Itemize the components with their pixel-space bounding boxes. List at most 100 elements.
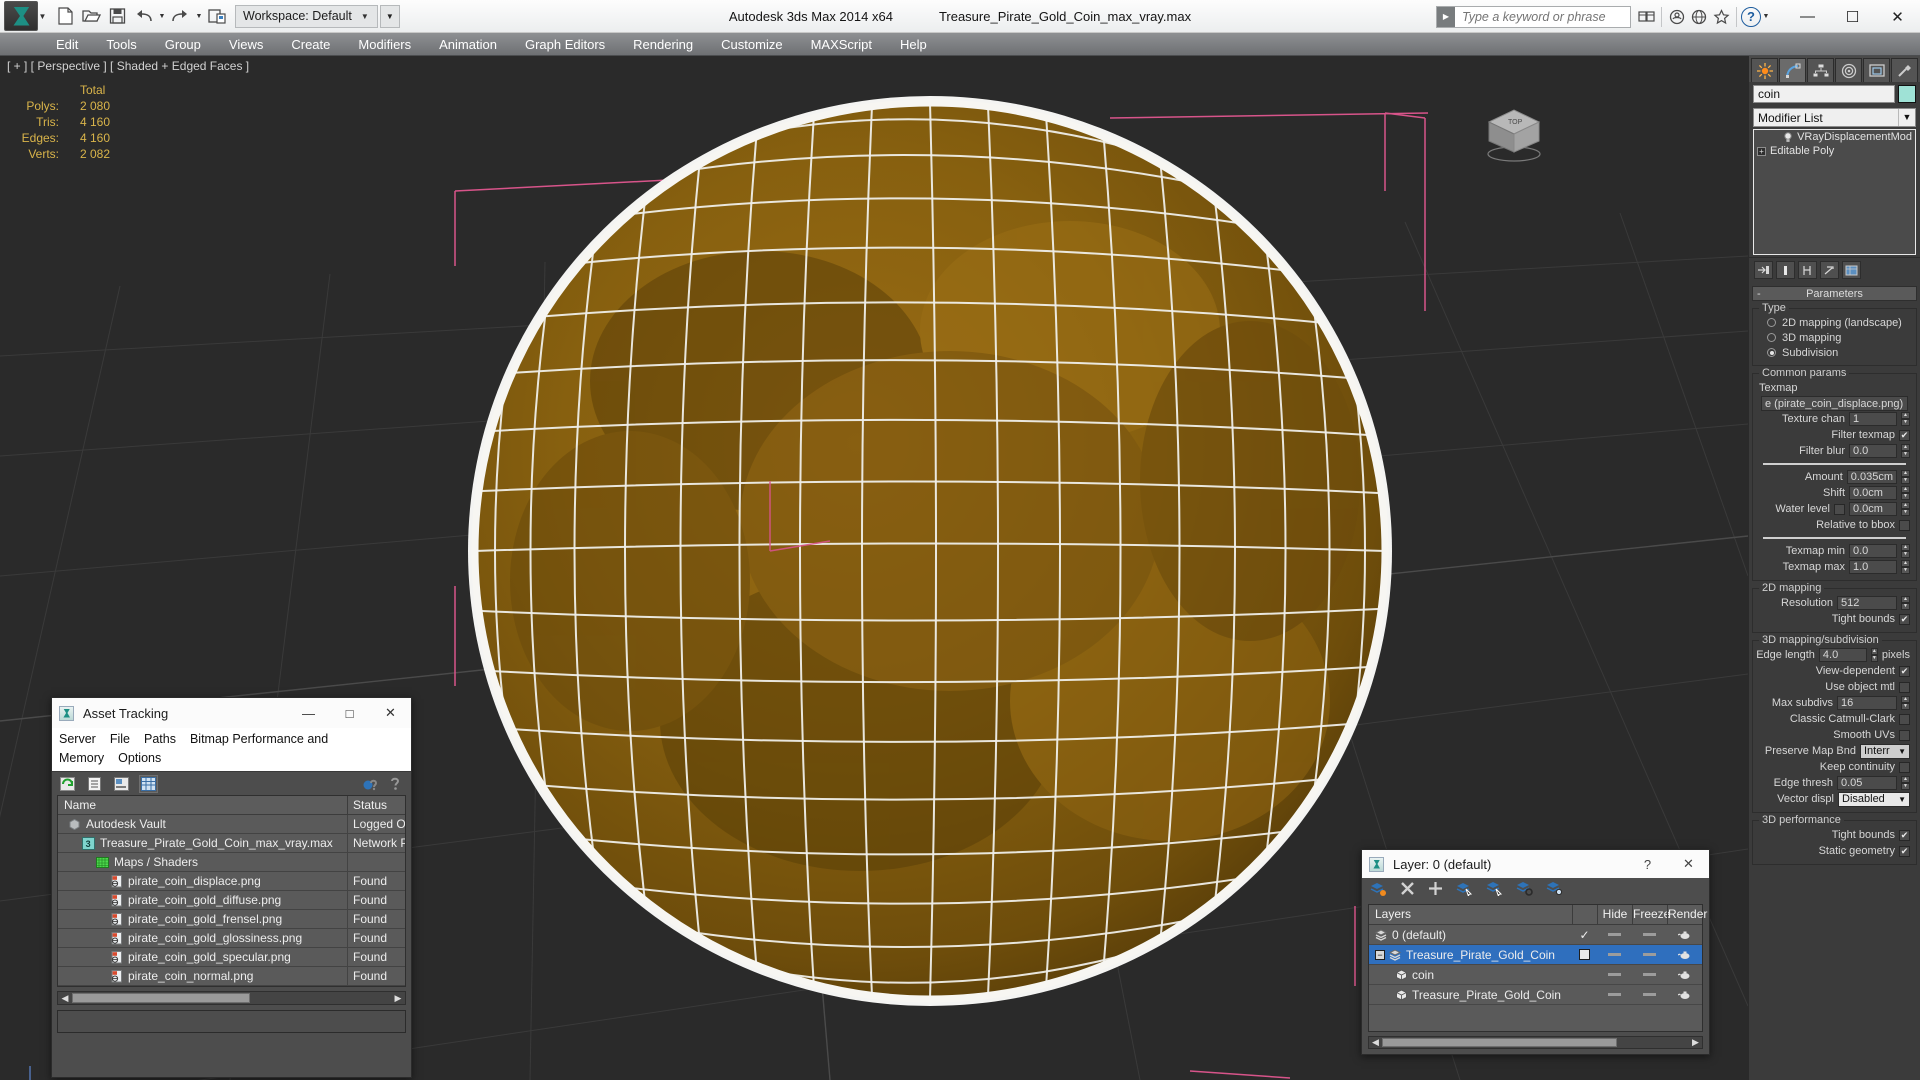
freeze-toggle[interactable] [1632,925,1667,944]
help-caret-icon[interactable]: ▼ [1761,13,1771,20]
spinner-amount[interactable]: ▲ ▼ [1901,470,1910,484]
refresh-icon[interactable] [58,775,77,793]
scroll-right-icon[interactable]: ▶ [391,993,405,1004]
modifier-stack-item-editablepoly[interactable]: + Editable Poly [1754,144,1915,158]
column-header-render[interactable]: Render [1667,905,1707,924]
input-filter-blur[interactable]: 0.0 [1849,444,1897,458]
collapse-icon[interactable]: - [1757,288,1761,300]
render-toggle[interactable] [1667,925,1702,944]
asset-row[interactable]: pirate_coin_gold_specular.png Found [58,948,405,967]
scroll-left-icon[interactable]: ◀ [1369,1037,1382,1048]
at-menu-item-file[interactable]: File [110,732,130,746]
menu-item-edit[interactable]: Edit [42,33,92,56]
input-texture-chan[interactable]: 1 [1849,412,1897,426]
input-resolution[interactable]: 512 [1837,596,1897,610]
scroll-right-icon[interactable]: ▶ [1689,1037,1702,1048]
asset-tracking-minimize[interactable]: — [288,698,329,728]
menu-item-views[interactable]: Views [215,33,277,56]
asset-row[interactable]: pirate_coin_gold_frensel.png Found [58,910,405,929]
menu-item-tools[interactable]: Tools [92,33,150,56]
new-file-icon[interactable] [53,4,78,29]
redo-icon[interactable] [168,4,193,29]
chevron-down-icon[interactable]: ▼ [1898,747,1906,756]
spinner-shift[interactable]: ▲ ▼ [1901,486,1910,500]
asset-row[interactable]: pirate_coin_gold_diffuse.png Found [58,891,405,910]
workspace-caret-icon[interactable]: ▼ [361,12,369,21]
light-bulb-icon[interactable] [1783,131,1793,143]
checkbox-view-dependent[interactable]: ✔ [1899,665,1910,677]
globe-icon[interactable] [1688,6,1710,28]
highlight-selected-objects-icon[interactable] [1516,881,1533,901]
spinner-water-level[interactable]: ▲ ▼ [1901,502,1910,516]
current-layer-indicator[interactable]: ✓ [1572,925,1597,944]
search-box[interactable]: ▶ [1436,5,1631,28]
menu-item-group[interactable]: Group [151,33,215,56]
layer-dialog-help[interactable]: ? [1627,850,1668,878]
menu-item-animation[interactable]: Animation [425,33,511,56]
spinner-resolution[interactable]: ▲ ▼ [1901,596,1910,610]
checkbox-tight-bounds-perf[interactable]: ✔ [1899,829,1910,841]
column-header-freeze[interactable]: Freeze [1632,905,1670,924]
asset-row[interactable]: pirate_coin_normal.png Found [58,967,405,986]
spinner-edge-thresh[interactable]: ▲ ▼ [1901,776,1910,790]
checkbox-static-geometry[interactable]: ✔ [1899,845,1910,857]
chevron-down-icon[interactable]: ▼ [1898,795,1906,804]
tab-hierarchy[interactable] [1807,58,1834,82]
layer-row[interactable]: 0 (default) ✓ [1369,925,1702,945]
viewcube-icon[interactable]: TOP [1475,94,1553,164]
menu-item-customize[interactable]: Customize [707,33,796,56]
help-icon[interactable] [386,775,405,793]
menu-item-modifiers[interactable]: Modifiers [344,33,425,56]
layer-dialog[interactable]: Layer: 0 (default) ? ✕ Layers Hide Freez… [1361,849,1710,1055]
texmap-button[interactable]: e (pirate_coin_displace.png) [1761,396,1908,411]
tab-create[interactable] [1751,58,1778,82]
menu-item-maxscript[interactable]: MAXScript [797,33,886,56]
plus-icon[interactable]: + [1757,146,1766,156]
redo-dropdown-icon[interactable]: ▼ [194,13,204,20]
asset-tracking-maximize[interactable]: □ [329,698,370,728]
modifier-list-dropdown[interactable]: Modifier List ▼ [1753,108,1916,127]
spinner-max-subdivs[interactable]: ▲ ▼ [1901,696,1910,710]
maximize-button[interactable]: ☐ [1830,1,1875,33]
spinner-texmap-max[interactable]: ▲ ▼ [1901,560,1910,574]
checkbox-smooth-uvs[interactable] [1899,729,1910,741]
open-file-icon[interactable] [79,4,104,29]
parameters-rollout-header[interactable]: - Parameters [1752,286,1917,301]
scroll-thumb[interactable] [72,993,250,1003]
at-menu-item-options[interactable]: Options [118,751,161,765]
render-toggle[interactable] [1667,945,1702,964]
list-view-icon[interactable] [85,775,104,793]
coin-mesh-object[interactable] [430,81,1430,1031]
asset-tracking-close[interactable]: ✕ [370,698,411,728]
freeze-toggle[interactable] [1632,965,1667,984]
select-objects-in-layer-icon[interactable] [1456,881,1473,901]
at-menu-item-server[interactable]: Server [59,732,96,746]
parameters-rollout[interactable]: - Parameters [1752,286,1917,301]
radio-icon[interactable] [1767,333,1776,342]
expand-collapse-icon[interactable]: − [1375,949,1385,960]
asset-tracking-status-field[interactable] [57,1010,406,1033]
hide-toggle[interactable] [1597,945,1632,964]
modifier-stack-item-vraydisplacement[interactable]: VRayDisplacementMod [1754,130,1915,144]
tab-display[interactable] [1863,58,1890,82]
checkbox-filter-texmap[interactable]: ✔ [1899,429,1910,441]
remove-modifier-icon[interactable] [1820,261,1839,279]
object-name-input[interactable]: coin [1753,85,1895,103]
asset-row[interactable]: pirate_coin_gold_glossiness.png Found [58,929,405,948]
select-highlighted-layer-icon[interactable] [1486,881,1503,901]
workspace-menu-button[interactable]: ▼ [379,4,400,28]
object-color-swatch[interactable] [1898,85,1916,103]
layer-hscrollbar[interactable]: ◀ ▶ [1368,1036,1703,1049]
spinner-texture-chan[interactable]: ▲ ▼ [1901,412,1910,426]
freeze-toggle[interactable] [1632,945,1667,964]
column-header-name[interactable]: Name [58,796,347,814]
layer-row[interactable]: − Treasure_Pirate_Gold_Coin [1369,945,1702,965]
layer-grid[interactable]: Layers Hide Freeze Render 0 (default) ✓ − T… [1368,904,1707,1032]
input-texmap-min[interactable]: 0.0 [1849,544,1897,558]
select-preserve-map-bnd[interactable]: Interr ▼ [1860,743,1910,759]
search-arrow-icon[interactable]: ▶ [1437,6,1455,27]
layer-row[interactable]: coin [1369,965,1702,985]
input-max-subdivs[interactable]: 16 [1837,696,1897,710]
help-icon[interactable]: ? [1741,6,1761,27]
modifier-stack[interactable]: VRayDisplacementMod + Editable Poly [1753,129,1916,255]
